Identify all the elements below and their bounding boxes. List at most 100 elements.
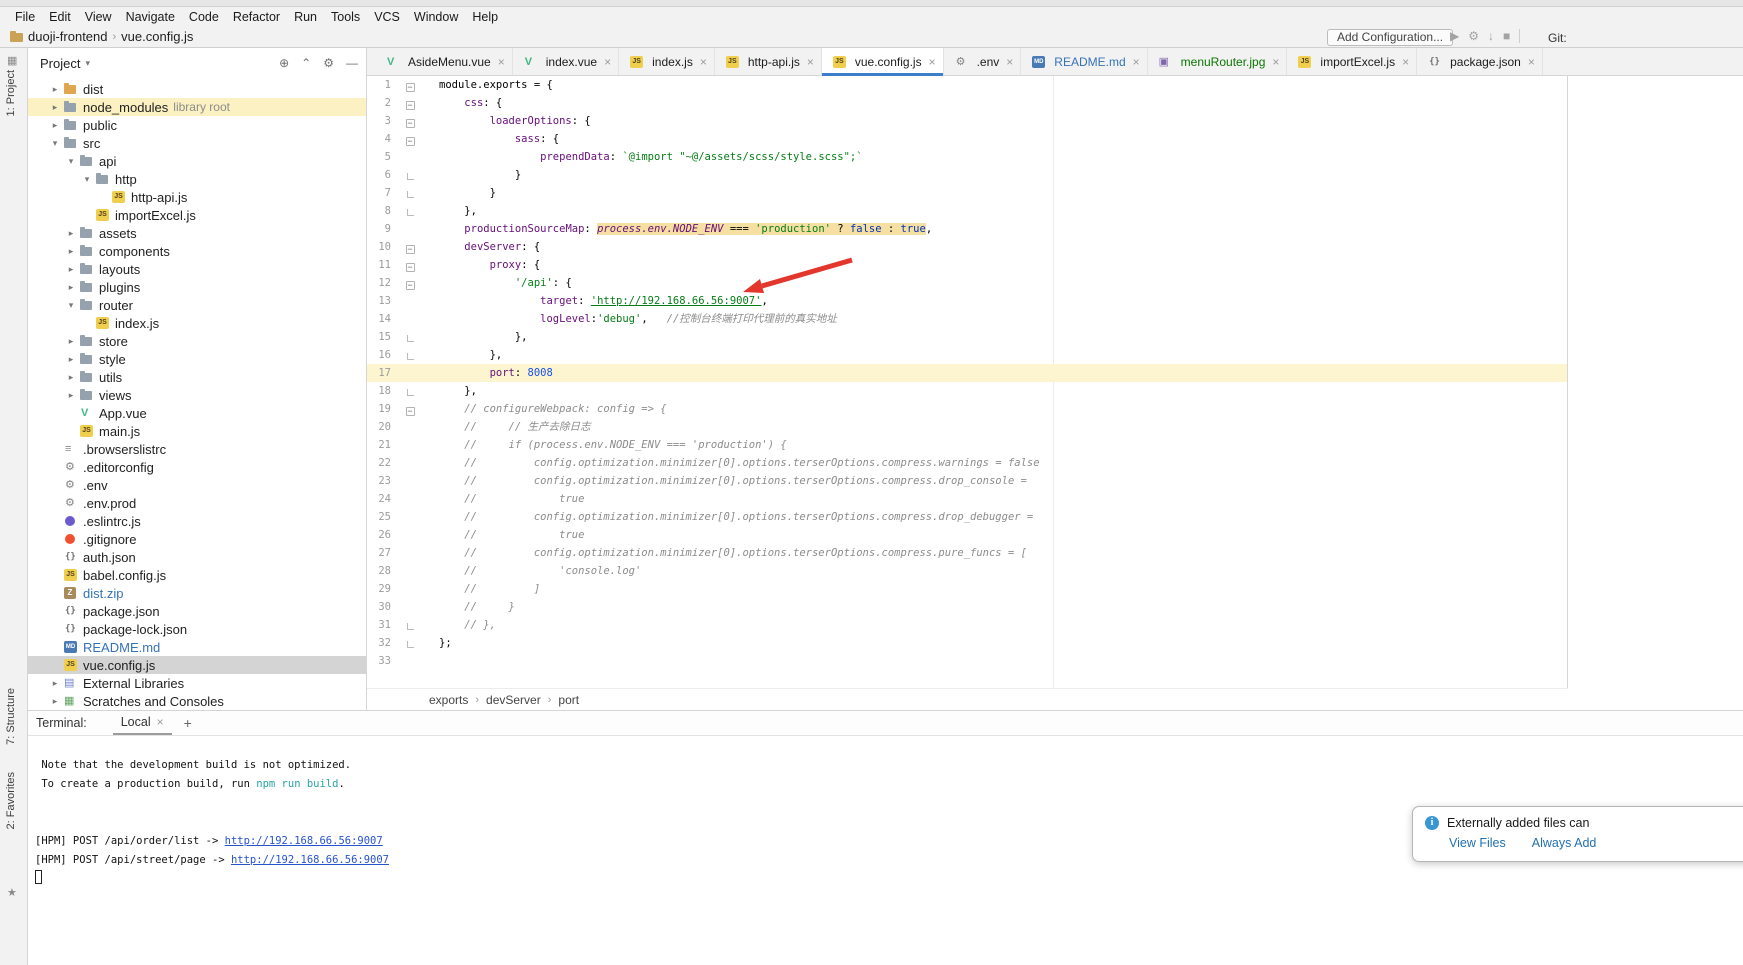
tree-item-style[interactable]: ▸style bbox=[28, 350, 366, 368]
code-line-21[interactable]: 21 // if (process.env.NODE_ENV === 'prod… bbox=[367, 436, 1567, 454]
toolwindow-structure-button[interactable]: 7: Structure bbox=[5, 688, 17, 745]
tree-item-Scratches and Consoles[interactable]: ▸Scratches and Consoles bbox=[28, 692, 366, 710]
tree-item-api[interactable]: ▾api bbox=[28, 152, 366, 170]
code-line-17[interactable]: 17 port: 8008 bbox=[367, 364, 1567, 382]
view-files-link[interactable]: View Files bbox=[1449, 836, 1506, 850]
code-line-33[interactable]: 33 bbox=[367, 652, 1567, 670]
chevron-down-icon[interactable]: ▾ bbox=[64, 156, 78, 167]
tree-item-layouts[interactable]: ▸layouts bbox=[28, 260, 366, 278]
code-line-14[interactable]: 14 logLevel:'debug', //控制台终端打印代理前的真实地址 bbox=[367, 310, 1567, 328]
code-line-10[interactable]: 10− devServer: { bbox=[367, 238, 1567, 256]
tab-close-icon[interactable]: × bbox=[1006, 55, 1013, 69]
editor-tab-.env[interactable]: .env× bbox=[944, 48, 1022, 75]
fold-marker[interactable]: − bbox=[395, 96, 425, 111]
run-icon[interactable]: ▶ bbox=[1450, 29, 1459, 43]
code-line-24[interactable]: 24 // true bbox=[367, 490, 1567, 508]
fold-marker[interactable]: − bbox=[395, 132, 425, 147]
code-line-5[interactable]: 5 prependData: `@import "~@/assets/scss/… bbox=[367, 148, 1567, 166]
fold-marker[interactable]: − bbox=[395, 402, 425, 417]
menu-item-run[interactable]: Run bbox=[287, 10, 324, 24]
menu-item-navigate[interactable]: Navigate bbox=[119, 10, 182, 24]
fold-marker[interactable]: − bbox=[395, 240, 425, 255]
coverage-icon[interactable]: ↓ bbox=[1488, 29, 1494, 43]
chevron-down-icon[interactable]: ▾ bbox=[80, 174, 94, 185]
terminal-link[interactable]: http://192.168.66.56:9007 bbox=[231, 854, 389, 866]
code-line-8[interactable]: 8 }, bbox=[367, 202, 1567, 220]
menu-item-help[interactable]: Help bbox=[465, 10, 505, 24]
tree-item-index.js[interactable]: index.js bbox=[28, 314, 366, 332]
terminal-link[interactable]: http://192.168.66.56:9007 bbox=[225, 835, 383, 847]
chevron-down-icon[interactable]: ▾ bbox=[48, 138, 62, 149]
editor-tab-index.vue[interactable]: index.vue× bbox=[513, 48, 619, 75]
fold-marker[interactable]: − bbox=[395, 258, 425, 273]
settings-gear-icon[interactable]: ⚙ bbox=[323, 56, 334, 70]
code-line-28[interactable]: 28 // 'console.log' bbox=[367, 562, 1567, 580]
tree-item-.browserslistrc[interactable]: .browserslistrc bbox=[28, 440, 366, 458]
tab-close-icon[interactable]: × bbox=[1133, 55, 1140, 69]
menu-item-vcs[interactable]: VCS bbox=[367, 10, 407, 24]
fold-marker[interactable] bbox=[395, 636, 425, 651]
chevron-right-icon[interactable]: ▸ bbox=[64, 336, 78, 347]
code-line-7[interactable]: 7 } bbox=[367, 184, 1567, 202]
fold-marker[interactable] bbox=[395, 348, 425, 363]
code-line-2[interactable]: 2− css: { bbox=[367, 94, 1567, 112]
tab-close-icon[interactable]: × bbox=[807, 55, 814, 69]
code-line-19[interactable]: 19− // configureWebpack: config => { bbox=[367, 400, 1567, 418]
tree-item-External Libraries[interactable]: ▸External Libraries bbox=[28, 674, 366, 692]
chevron-right-icon[interactable]: ▸ bbox=[64, 282, 78, 293]
tree-item-dist[interactable]: ▸dist bbox=[28, 80, 366, 98]
tab-close-icon[interactable]: × bbox=[604, 55, 611, 69]
tree-item-importExcel.js[interactable]: importExcel.js bbox=[28, 206, 366, 224]
project-tool-icon[interactable]: ▦ bbox=[7, 54, 17, 67]
toolwindow-project-button[interactable]: 1: Project bbox=[5, 70, 17, 116]
project-panel-title[interactable]: Project bbox=[40, 56, 80, 71]
chevron-right-icon[interactable]: ▸ bbox=[48, 678, 62, 689]
tab-close-icon[interactable]: × bbox=[1272, 55, 1279, 69]
tab-close-icon[interactable]: × bbox=[700, 55, 707, 69]
tree-item-package-lock.json[interactable]: package-lock.json bbox=[28, 620, 366, 638]
breadcrumb-item-port[interactable]: port bbox=[558, 693, 579, 707]
tree-item-public[interactable]: ▸public bbox=[28, 116, 366, 134]
tree-item-auth.json[interactable]: auth.json bbox=[28, 548, 366, 566]
tree-item-assets[interactable]: ▸assets bbox=[28, 224, 366, 242]
tree-item-babel.config.js[interactable]: babel.config.js bbox=[28, 566, 366, 584]
collapse-all-icon[interactable]: ⌃ bbox=[301, 56, 311, 70]
menu-item-edit[interactable]: Edit bbox=[42, 10, 78, 24]
code-line-4[interactable]: 4− sass: { bbox=[367, 130, 1567, 148]
code-line-26[interactable]: 26 // true bbox=[367, 526, 1567, 544]
code-line-6[interactable]: 6 } bbox=[367, 166, 1567, 184]
fold-marker[interactable] bbox=[395, 384, 425, 399]
tree-item-plugins[interactable]: ▸plugins bbox=[28, 278, 366, 296]
tree-item-.env[interactable]: .env bbox=[28, 476, 366, 494]
tab-close-icon[interactable]: × bbox=[1528, 55, 1535, 69]
tree-item-package.json[interactable]: package.json bbox=[28, 602, 366, 620]
menu-item-code[interactable]: Code bbox=[182, 10, 226, 24]
editor-tab-AsideMenu.vue[interactable]: AsideMenu.vue× bbox=[375, 48, 513, 75]
fold-marker[interactable] bbox=[395, 204, 425, 219]
code-line-11[interactable]: 11− proxy: { bbox=[367, 256, 1567, 274]
fold-marker[interactable]: − bbox=[395, 78, 425, 93]
fold-marker[interactable]: − bbox=[395, 114, 425, 129]
code-editor[interactable]: 1−module.exports = {2− css: {3− loaderOp… bbox=[367, 76, 1568, 688]
favorites-star-icon[interactable]: ★ bbox=[7, 886, 17, 899]
editor-tab-importExcel.js[interactable]: importExcel.js× bbox=[1287, 48, 1417, 75]
editor-tab-vue.config.js[interactable]: vue.config.js× bbox=[822, 48, 944, 75]
code-line-30[interactable]: 30 // } bbox=[367, 598, 1567, 616]
code-line-22[interactable]: 22 // config.optimization.minimizer[0].o… bbox=[367, 454, 1567, 472]
tree-item-views[interactable]: ▸views bbox=[28, 386, 366, 404]
tree-item-vue.config.js[interactable]: vue.config.js bbox=[28, 656, 366, 674]
tab-close-icon[interactable]: × bbox=[1402, 55, 1409, 69]
chevron-right-icon[interactable]: ▸ bbox=[48, 102, 62, 113]
chevron-right-icon[interactable]: ▸ bbox=[64, 246, 78, 257]
tree-item-.editorconfig[interactable]: .editorconfig bbox=[28, 458, 366, 476]
always-add-link[interactable]: Always Add bbox=[1532, 836, 1597, 850]
fold-collapse-icon[interactable]: − bbox=[406, 101, 415, 110]
code-line-3[interactable]: 3− loaderOptions: { bbox=[367, 112, 1567, 130]
fold-collapse-icon[interactable]: − bbox=[406, 407, 415, 416]
tree-item-http[interactable]: ▾http bbox=[28, 170, 366, 188]
menu-item-window[interactable]: Window bbox=[407, 10, 465, 24]
fold-collapse-icon[interactable]: − bbox=[406, 245, 415, 254]
code-line-16[interactable]: 16 }, bbox=[367, 346, 1567, 364]
code-line-9[interactable]: 9 productionSourceMap: process.env.NODE_… bbox=[367, 220, 1567, 238]
breadcrumb-item-exports[interactable]: exports bbox=[429, 693, 468, 707]
